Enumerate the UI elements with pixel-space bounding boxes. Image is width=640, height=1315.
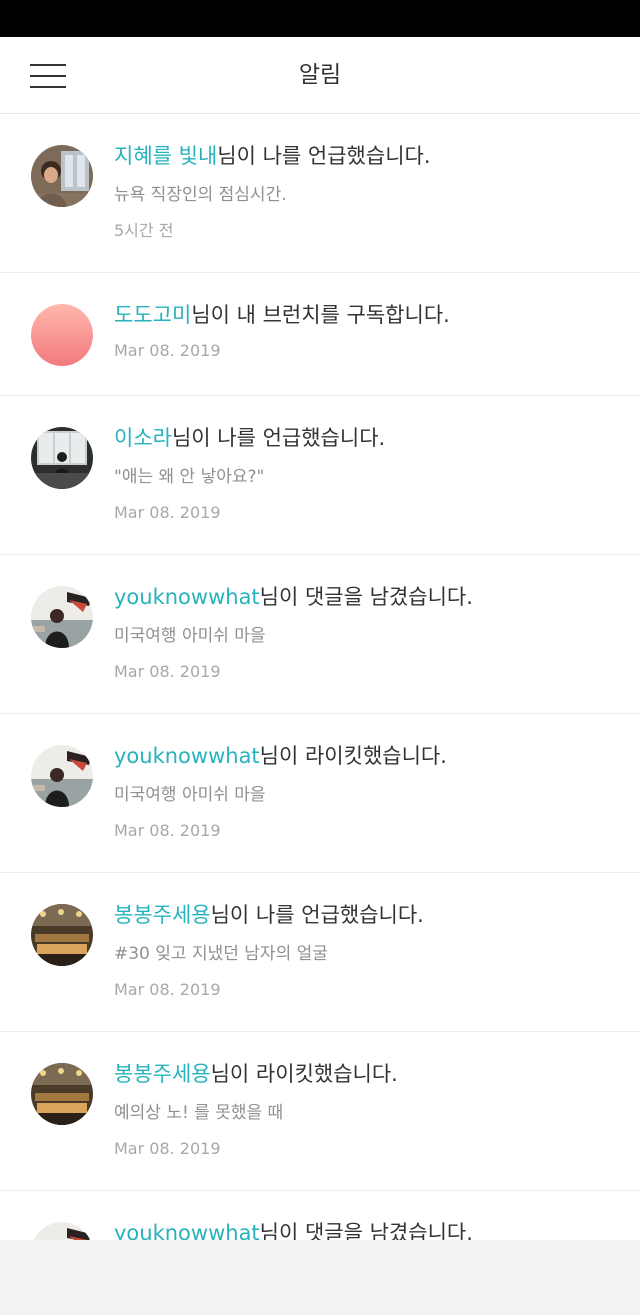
notification-action: 님이 나를 언급했습니다. bbox=[217, 144, 431, 168]
notification-headline: 지혜를 빛내님이 나를 언급했습니다. bbox=[114, 140, 620, 172]
notification-action: 님이 댓글을 남겼습니다. bbox=[259, 1221, 473, 1240]
notification-time: Mar 08. 2019 bbox=[114, 341, 221, 360]
notification-time: Mar 08. 2019 bbox=[114, 980, 221, 999]
notification-item[interactable]: youknowwhat님이 댓글을 남겼습니다. bbox=[0, 1191, 640, 1240]
notification-headline: youknowwhat님이 댓글을 남겼습니다. bbox=[114, 1217, 620, 1240]
app-header: 알림 bbox=[0, 37, 640, 114]
notification-username[interactable]: 지혜를 빛내 bbox=[114, 144, 217, 168]
notification-username[interactable]: 봉봉주세용 bbox=[114, 903, 211, 927]
avatar[interactable] bbox=[31, 427, 93, 489]
avatar[interactable] bbox=[31, 745, 93, 807]
avatar[interactable] bbox=[31, 1063, 93, 1125]
notification-headline: 봉봉주세용님이 나를 언급했습니다. bbox=[114, 899, 620, 931]
notification-item[interactable]: 봉봉주세용님이 나를 언급했습니다. #30 잊고 지냈던 남자의 얼굴 Mar… bbox=[0, 873, 640, 1032]
notification-time: 5시간 전 bbox=[114, 221, 174, 240]
notification-username[interactable]: 이소라 bbox=[114, 426, 172, 450]
notification-action: 님이 댓글을 남겼습니다. bbox=[259, 585, 473, 609]
notification-time: Mar 08. 2019 bbox=[114, 503, 221, 522]
notification-username[interactable]: 봉봉주세용 bbox=[114, 1062, 211, 1086]
notification-time: Mar 08. 2019 bbox=[114, 821, 221, 840]
notification-excerpt: 뉴욕 직장인의 점심시간. bbox=[114, 185, 287, 205]
avatar[interactable] bbox=[31, 586, 93, 648]
hamburger-menu-icon[interactable] bbox=[30, 63, 66, 89]
notification-username[interactable]: youknowwhat bbox=[114, 744, 260, 768]
notification-list: 지혜를 빛내님이 나를 언급했습니다. 뉴욕 직장인의 점심시간. 5시간 전 bbox=[0, 114, 640, 1240]
notification-time: Mar 08. 2019 bbox=[114, 662, 221, 681]
notification-action: 님이 나를 언급했습니다. bbox=[171, 426, 386, 450]
notification-username[interactable]: youknowwhat bbox=[114, 585, 260, 609]
notification-action: 님이 나를 언급했습니다. bbox=[210, 903, 424, 927]
notification-time: Mar 08. 2019 bbox=[114, 1139, 221, 1158]
avatar[interactable] bbox=[31, 904, 93, 966]
avatar[interactable] bbox=[31, 145, 93, 207]
avatar[interactable] bbox=[31, 304, 93, 366]
notification-username[interactable]: 도도고미 bbox=[114, 303, 191, 327]
notification-headline: 이소라님이 나를 언급했습니다. bbox=[114, 422, 620, 454]
notification-item[interactable]: youknowwhat님이 라이킷했습니다. 미국여행 아미쉬 마을 Mar 0… bbox=[0, 714, 640, 873]
notification-excerpt: 예의상 노! 를 못했을 때 bbox=[114, 1103, 284, 1123]
notification-headline: youknowwhat님이 라이킷했습니다. bbox=[114, 740, 620, 772]
notification-list-viewport[interactable]: 지혜를 빛내님이 나를 언급했습니다. 뉴욕 직장인의 점심시간. 5시간 전 bbox=[0, 114, 640, 1240]
notification-excerpt: "애는 왜 안 낳아요?" bbox=[114, 467, 265, 487]
notification-action: 님이 라이킷했습니다. bbox=[259, 744, 447, 768]
page-title: 알림 bbox=[298, 62, 342, 88]
notification-item[interactable]: youknowwhat님이 댓글을 남겼습니다. 미국여행 아미쉬 마을 Mar… bbox=[0, 555, 640, 714]
notification-excerpt: 미국여행 아미쉬 마을 bbox=[114, 626, 266, 646]
notification-item[interactable]: 도도고미님이 내 브런치를 구독합니다. Mar 08. 2019 bbox=[0, 273, 640, 396]
notification-headline: 봉봉주세용님이 라이킷했습니다. bbox=[114, 1058, 620, 1090]
avatar[interactable] bbox=[31, 1222, 93, 1240]
notification-headline: youknowwhat님이 댓글을 남겼습니다. bbox=[114, 581, 620, 613]
notification-item[interactable]: 이소라님이 나를 언급했습니다. "애는 왜 안 낳아요?" Mar 08. 2… bbox=[0, 396, 640, 555]
notification-item[interactable]: 봉봉주세용님이 라이킷했습니다. 예의상 노! 를 못했을 때 Mar 08. … bbox=[0, 1032, 640, 1191]
bottom-panel bbox=[0, 1240, 640, 1315]
notification-action: 님이 내 브런치를 구독합니다. bbox=[191, 303, 450, 327]
notification-excerpt: 미국여행 아미쉬 마을 bbox=[114, 785, 266, 805]
notification-username[interactable]: youknowwhat bbox=[114, 1221, 260, 1240]
notification-action: 님이 라이킷했습니다. bbox=[210, 1062, 398, 1086]
status-bar bbox=[0, 0, 640, 37]
notification-headline: 도도고미님이 내 브런치를 구독합니다. bbox=[114, 299, 620, 331]
notification-item[interactable]: 지혜를 빛내님이 나를 언급했습니다. 뉴욕 직장인의 점심시간. 5시간 전 bbox=[0, 114, 640, 273]
notification-excerpt: #30 잊고 지냈던 남자의 얼굴 bbox=[114, 944, 328, 964]
